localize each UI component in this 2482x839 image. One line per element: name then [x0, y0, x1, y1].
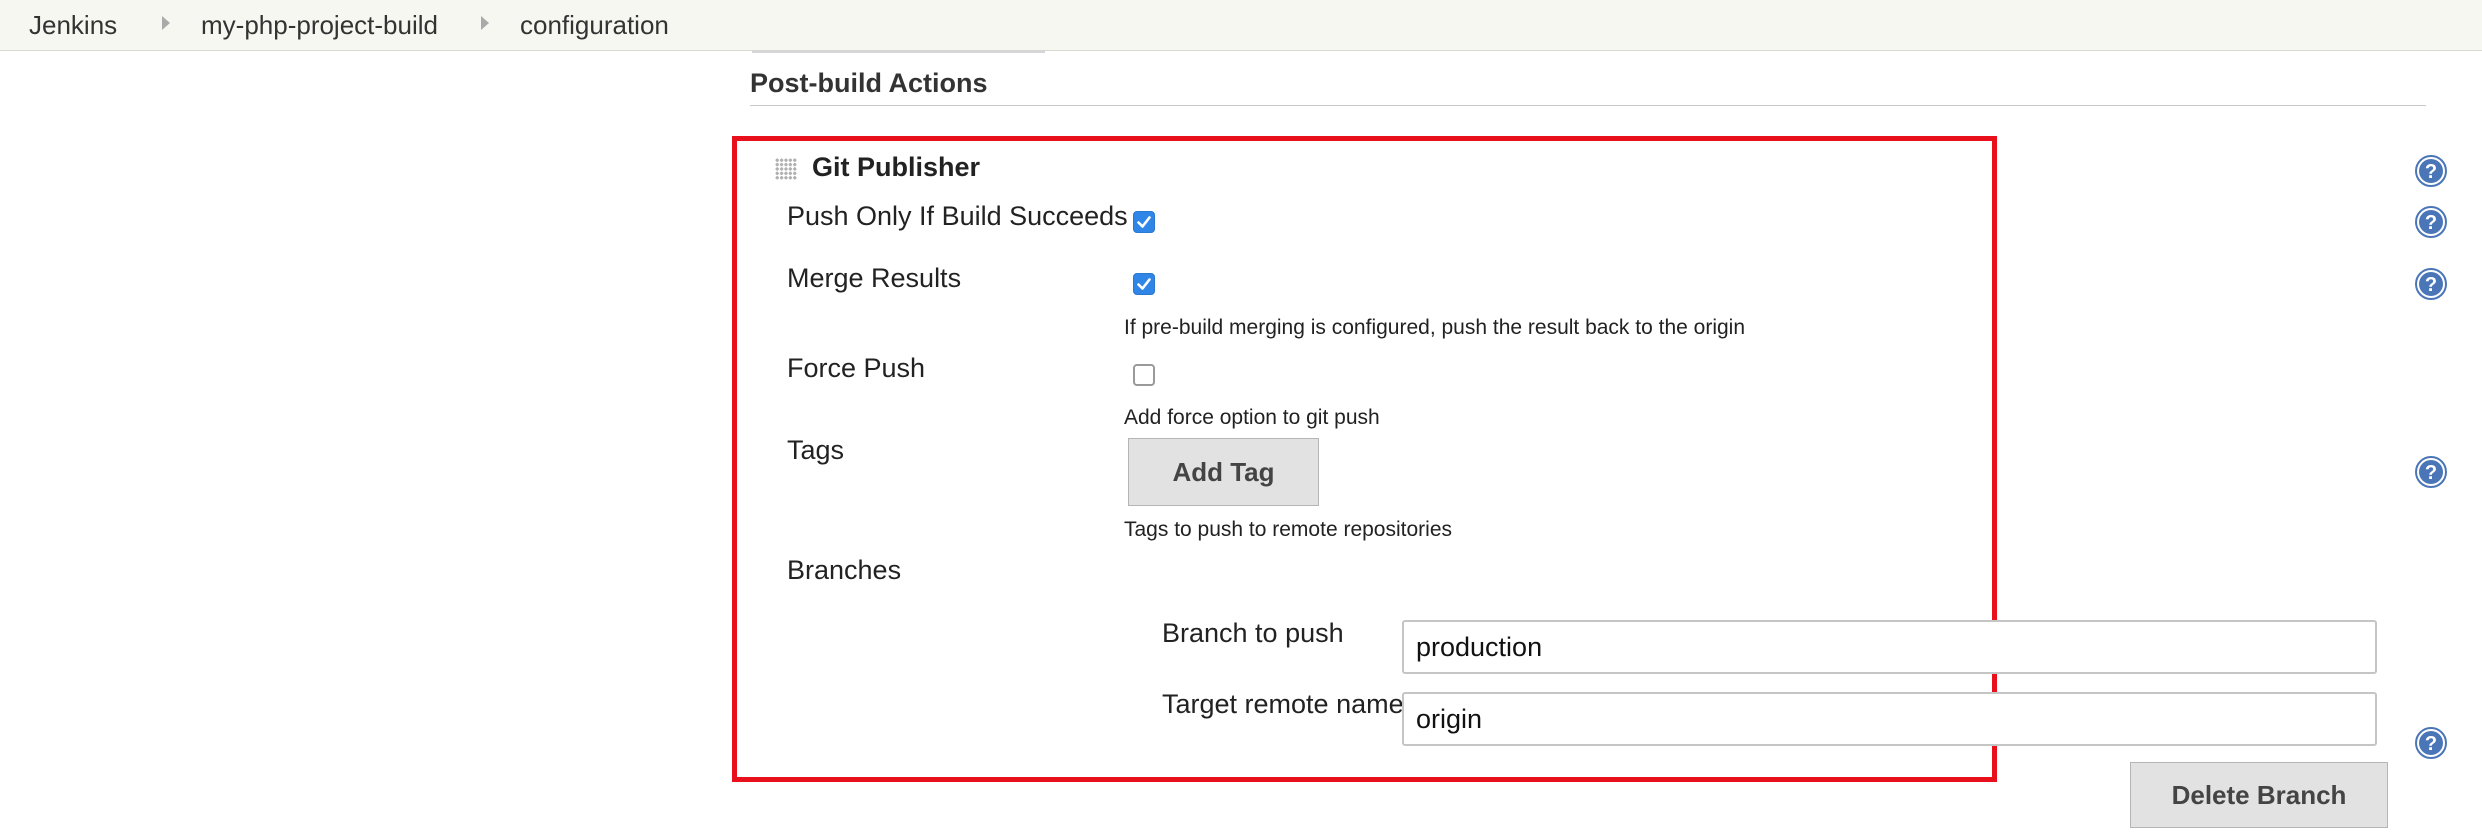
tags-description: Tags to push to remote repositories	[1124, 518, 1453, 541]
svg-text:?: ?	[2425, 212, 2437, 234]
branch-to-push-label: Branch to push	[1162, 618, 1344, 648]
checkmark-icon	[1137, 278, 1151, 290]
merge-results-label: Merge Results	[787, 263, 962, 293]
merge-results-checkbox[interactable]	[1133, 273, 1155, 295]
branch-to-push-input[interactable]	[1402, 620, 2377, 674]
help-icon[interactable]: ?	[2415, 456, 2447, 488]
help-icon[interactable]: ?	[2415, 727, 2447, 759]
highlight-box	[732, 136, 1997, 782]
drag-handle-icon[interactable]	[775, 158, 797, 180]
breadcrumb-separator-icon	[162, 16, 170, 30]
help-icon[interactable]: ?	[2415, 206, 2447, 238]
checkmark-icon	[1137, 216, 1151, 228]
svg-text:?: ?	[2425, 462, 2437, 484]
merge-results-description: If pre-build merging is configured, push…	[1124, 316, 1746, 339]
add-tag-button[interactable]: Add Tag	[1128, 438, 1319, 506]
section-tab-divider	[752, 50, 1045, 53]
force-push-description: Add force option to git push	[1124, 406, 1380, 429]
help-icon[interactable]: ?	[2415, 268, 2447, 300]
svg-text:?: ?	[2425, 161, 2437, 183]
breadcrumb-project[interactable]: my-php-project-build	[201, 10, 438, 41]
help-icon[interactable]: ?	[2415, 155, 2447, 187]
tags-label: Tags	[787, 435, 845, 465]
delete-branch-button[interactable]: Delete Branch	[2130, 762, 2388, 828]
force-push-checkbox[interactable]	[1133, 364, 1155, 386]
target-remote-input[interactable]	[1402, 692, 2377, 746]
breadcrumb-separator-icon	[481, 16, 489, 30]
svg-text:?: ?	[2425, 733, 2437, 755]
publisher-title: Git Publisher	[812, 152, 981, 182]
push-only-label: Push Only If Build Succeeds	[787, 201, 1128, 231]
breadcrumb-jenkins[interactable]: Jenkins	[29, 10, 117, 41]
branches-label: Branches	[787, 555, 902, 585]
target-remote-label: Target remote name	[1162, 689, 1404, 719]
section-divider	[750, 105, 2426, 106]
breadcrumb: Jenkins my-php-project-build configurati…	[0, 0, 2482, 51]
breadcrumb-configuration[interactable]: configuration	[520, 10, 669, 41]
push-only-checkbox[interactable]	[1133, 211, 1155, 233]
svg-text:?: ?	[2425, 274, 2437, 296]
section-title: Post-build Actions	[750, 68, 988, 98]
force-push-label: Force Push	[787, 353, 926, 383]
